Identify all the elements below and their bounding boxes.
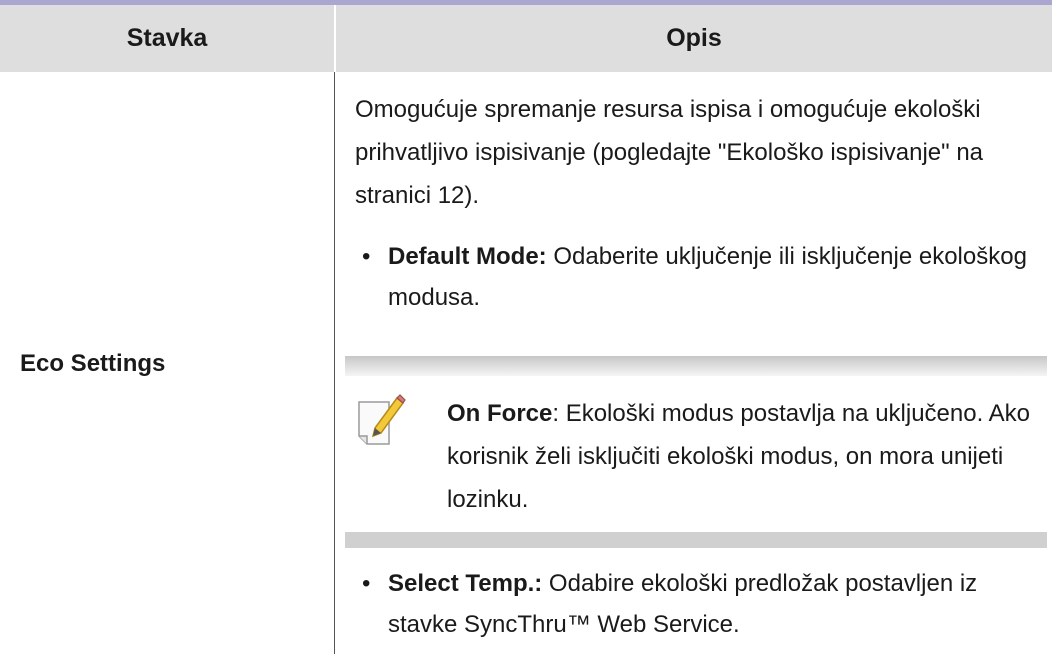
bullet-label: Default Mode: xyxy=(388,243,547,270)
note-pencil-icon xyxy=(355,392,407,448)
bullet-marker: • xyxy=(362,243,371,270)
table-header: Stavka Opis xyxy=(0,5,1052,72)
bullet-select-temp: Select Temp.: Odabire ekološki predložak… xyxy=(388,563,1048,645)
note-label: On Force xyxy=(447,400,553,427)
bullet-label: Select Temp.: xyxy=(388,570,543,597)
bullet-marker: • xyxy=(362,570,371,597)
note-bottom-band xyxy=(345,532,1047,548)
header-description: Opis xyxy=(666,24,722,52)
bullet-default-mode: Default Mode: Odaberite uključenje ili i… xyxy=(388,236,1048,318)
header-separator xyxy=(334,5,336,72)
item-eco-settings: Eco Settings xyxy=(20,350,166,377)
description-intro: Omogućuje spremanje resursa ispisa i omo… xyxy=(355,96,984,209)
note-on-force: On Force: Ekološki modus postavlja na uk… xyxy=(447,392,1047,521)
header-item: Stavka xyxy=(126,24,208,52)
column-divider xyxy=(334,72,335,654)
note-top-band xyxy=(345,356,1047,376)
